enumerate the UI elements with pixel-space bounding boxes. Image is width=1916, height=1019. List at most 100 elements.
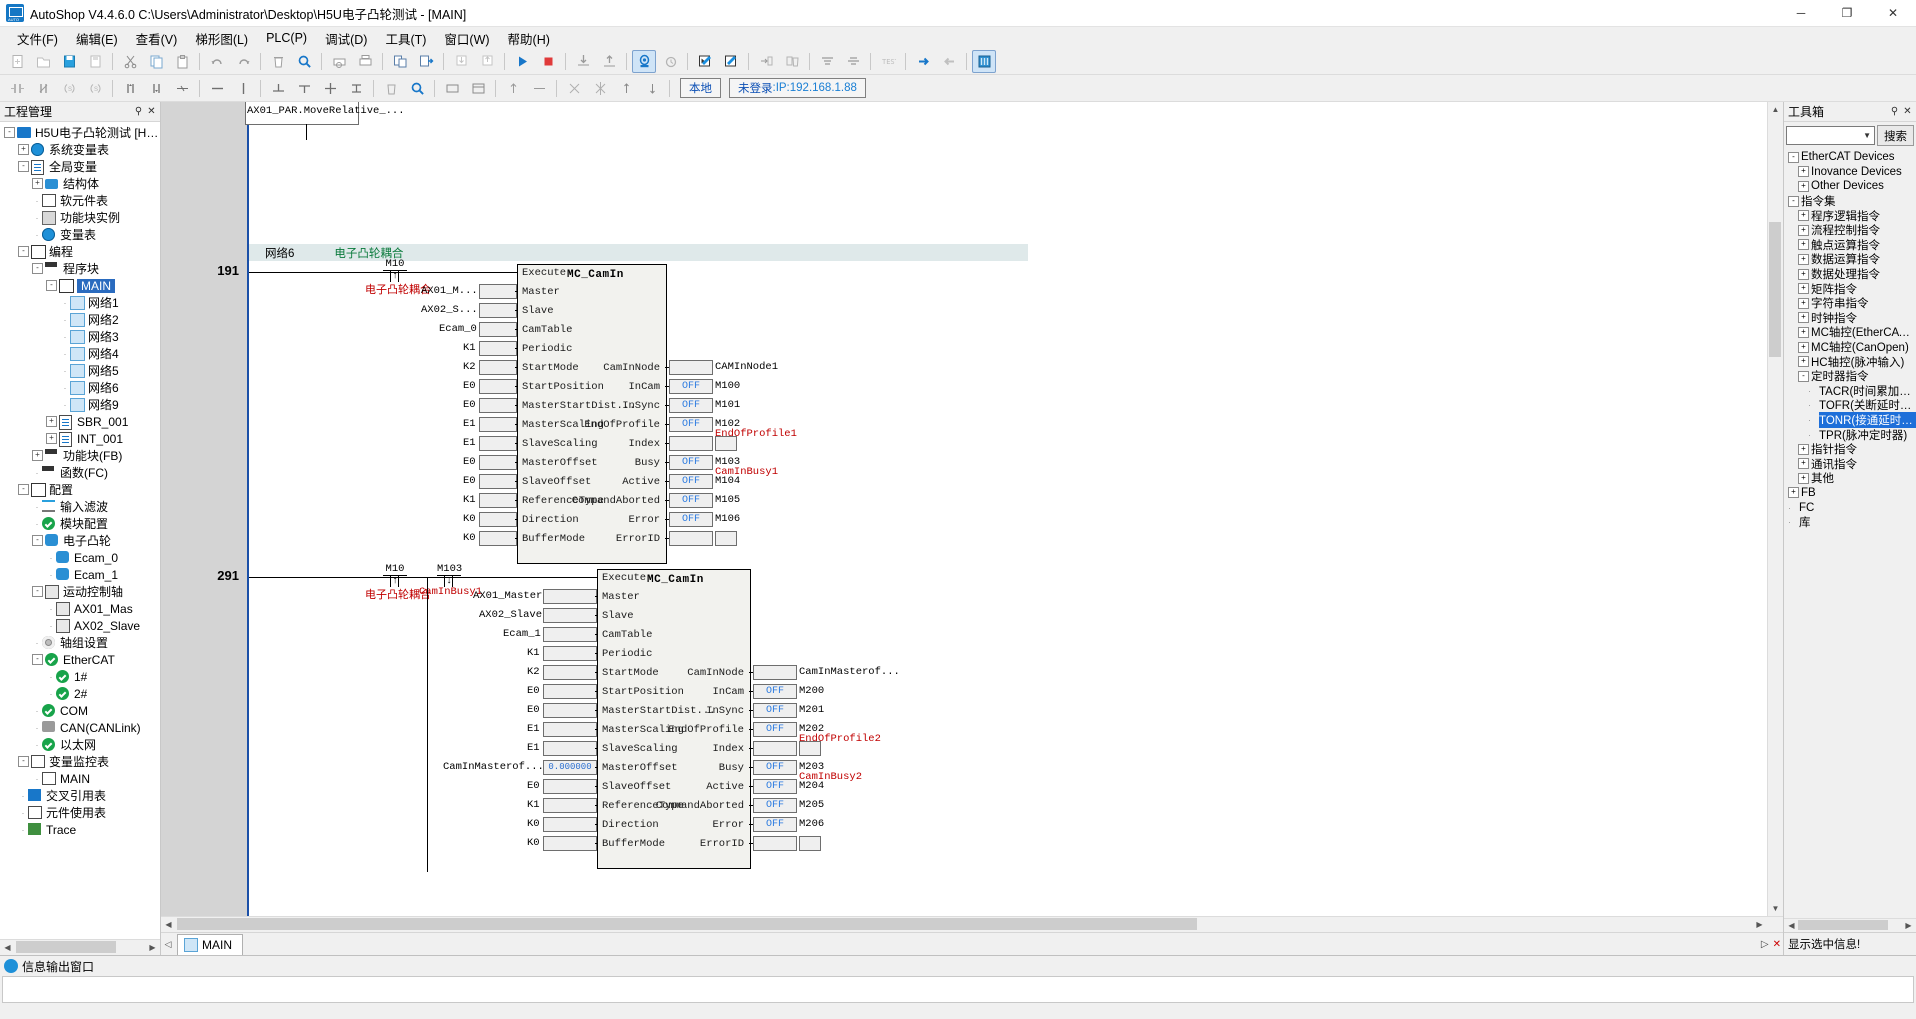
pin-icon[interactable]: ⚲	[132, 105, 145, 118]
input-value-box[interactable]	[479, 284, 517, 299]
sidebar-item-函数fc[interactable]: · 函数(FC)	[0, 464, 160, 481]
ladder-hscrollbar[interactable]: ◀ ▶	[161, 916, 1783, 932]
align-top-icon[interactable]	[815, 50, 839, 73]
output-value-box[interactable]	[669, 360, 713, 375]
menu-item-2[interactable]: 查看(V)	[127, 27, 187, 50]
maximize-button[interactable]: ❐	[1824, 0, 1870, 26]
monitor-icon[interactable]	[632, 50, 656, 73]
compile-all-icon[interactable]	[414, 50, 438, 73]
force-on-icon[interactable]	[754, 50, 778, 73]
toolbox-item-4[interactable]: + 程序逻辑指令	[1784, 208, 1916, 223]
toolbox-close-icon[interactable]: ✕	[1901, 105, 1914, 118]
sidebar-item-功能块fb[interactable]: + 功能块(FB)	[0, 447, 160, 464]
output-extra-box[interactable]	[715, 531, 737, 546]
contact-M10[interactable]: M10 ↑	[383, 258, 407, 282]
menu-item-8[interactable]: 帮助(H)	[499, 27, 559, 50]
save-icon[interactable]	[57, 50, 81, 73]
toolbox-hscroll-thumb[interactable]	[1798, 920, 1888, 930]
output-value-box[interactable]: OFF	[753, 798, 797, 813]
sidebar-item-编程[interactable]: - 编程	[0, 243, 160, 260]
toolbox-expander[interactable]: +	[1798, 253, 1809, 265]
contact-no-icon[interactable]	[5, 77, 29, 100]
sidebar-item-ax02_slave[interactable]: · AX02_Slave	[0, 617, 160, 634]
toolbox-item-0[interactable]: - EtherCAT Devices	[1784, 150, 1916, 165]
find-icon[interactable]	[405, 77, 429, 100]
tree-expander[interactable]: -	[18, 246, 29, 257]
sidebar-item-程序块[interactable]: - 程序块	[0, 260, 160, 277]
menu-item-3[interactable]: 梯形图(L)	[186, 27, 257, 50]
tab-next-icon[interactable]: ▷	[1761, 939, 1769, 950]
hscroll-right-arrow[interactable]: ▶	[145, 940, 160, 955]
sidebar-item-网络5[interactable]: · 网络5	[0, 362, 160, 379]
sidebar-item-变量监控表[interactable]: - 变量监控表	[0, 753, 160, 770]
menu-item-4[interactable]: PLC(P)	[257, 29, 316, 47]
sidebar-item-结构体[interactable]: + 结构体	[0, 175, 160, 192]
branch-t-icon[interactable]	[344, 77, 368, 100]
toolbox-item-12[interactable]: +MC轴控(EtherCAT&脉冲	[1784, 325, 1916, 340]
ladder-hscroll-left[interactable]: ◀	[161, 917, 176, 932]
sidebar-item-2[interactable]: · 2#	[0, 685, 160, 702]
sidebar-item-网络2[interactable]: · 网络2	[0, 311, 160, 328]
toolbox-item-2[interactable]: + Other Devices	[1784, 179, 1916, 194]
sidebar-item-元件使用表[interactable]: · 元件使用表	[0, 804, 160, 821]
vline-icon[interactable]	[231, 77, 255, 100]
toolbox-hscroll-left[interactable]: ◀	[1784, 919, 1799, 932]
toolbox-expander[interactable]: +	[1798, 268, 1809, 280]
tree-expander[interactable]: +	[32, 178, 43, 189]
output-value-box[interactable]: OFF	[753, 722, 797, 737]
comment-up-icon[interactable]	[501, 77, 525, 100]
input-value-box[interactable]	[543, 646, 597, 661]
toolbox-expander[interactable]: +	[1798, 472, 1809, 484]
sidebar-item-main[interactable]: · MAIN	[0, 770, 160, 787]
tree-expander[interactable]: +	[46, 433, 57, 444]
output-value-box[interactable]: OFF	[753, 703, 797, 718]
stop-plc-icon[interactable]	[536, 50, 560, 73]
tree-expander[interactable]: -	[18, 484, 29, 495]
input-value-box[interactable]	[479, 322, 517, 337]
input-value-box[interactable]	[543, 627, 597, 642]
vscroll-thumb[interactable]	[1769, 222, 1781, 357]
toolbox-item-10[interactable]: + 字符串指令	[1784, 296, 1916, 311]
toolbox-item-25[interactable]: · 库	[1784, 515, 1916, 530]
toolbox-expander[interactable]: +	[1798, 283, 1809, 295]
coil-set-icon[interactable]: S	[57, 77, 81, 100]
sidebar-item-变量表[interactable]: · 变量表	[0, 226, 160, 243]
sidebar-item-网络6[interactable]: · 网络6	[0, 379, 160, 396]
toolbox-expander[interactable]: +	[1798, 297, 1809, 309]
cut-icon[interactable]	[118, 50, 142, 73]
sidebar-item-com[interactable]: · COM	[0, 702, 160, 719]
input-value-box[interactable]	[543, 608, 597, 623]
tree-expander[interactable]: -	[46, 280, 57, 291]
sidebar-item-ax01_mas[interactable]: · AX01_Mas	[0, 600, 160, 617]
copy-icon[interactable]	[144, 50, 168, 73]
toolbox-search-combo[interactable]: ▼	[1786, 126, 1875, 145]
tree-expander[interactable]: +	[32, 450, 43, 461]
ladder-vscrollbar[interactable]: ▲ ▼	[1767, 102, 1783, 916]
toolbox-expander[interactable]: +	[1798, 443, 1809, 455]
new-file-icon[interactable]	[5, 50, 29, 73]
toolbox-item-1[interactable]: + Inovance Devices	[1784, 165, 1916, 180]
output-extra-box[interactable]	[799, 836, 821, 851]
sidebar-item-sbr_001[interactable]: + SBR_001	[0, 413, 160, 430]
menu-item-1[interactable]: 编辑(E)	[67, 27, 127, 50]
toolbox-expander[interactable]: +	[1798, 326, 1809, 338]
toolbox-expander[interactable]: +	[1798, 356, 1809, 368]
ladder-canvas[interactable]: AX01_PAR.MoveRelative_... 网络6 电子凸轮耦合 191 M10…	[161, 102, 1783, 916]
sidebar-item-运动控制轴[interactable]: - 运动控制轴	[0, 583, 160, 600]
output-value-box[interactable]	[669, 436, 713, 451]
output-value-box[interactable]: OFF	[669, 398, 713, 413]
sidebar-item-配置[interactable]: - 配置	[0, 481, 160, 498]
sidebar-item-网络9[interactable]: · 网络9	[0, 396, 160, 413]
sidebar-item-软元件表[interactable]: · 软元件表	[0, 192, 160, 209]
download-plc-icon[interactable]	[449, 50, 473, 73]
connection-mode-chip[interactable]: 本地	[680, 78, 721, 98]
project-tree[interactable]: - H5U电子凸轮测试 [H5U + 系统变量表 - 全局变量 + 结构体 · 软元件表 · 功能块实…	[0, 122, 160, 939]
toolbox-item-6[interactable]: + 触点运算指令	[1784, 238, 1916, 253]
toolbox-item-21[interactable]: + 通讯指令	[1784, 456, 1916, 471]
cross-icon[interactable]	[588, 77, 612, 100]
toolbox-expander[interactable]: +	[1798, 180, 1809, 192]
tab-main[interactable]: MAIN	[177, 933, 243, 955]
tree-expander[interactable]: -	[18, 756, 29, 767]
tree-expander[interactable]: +	[46, 416, 57, 427]
online-edit-icon[interactable]	[693, 50, 717, 73]
